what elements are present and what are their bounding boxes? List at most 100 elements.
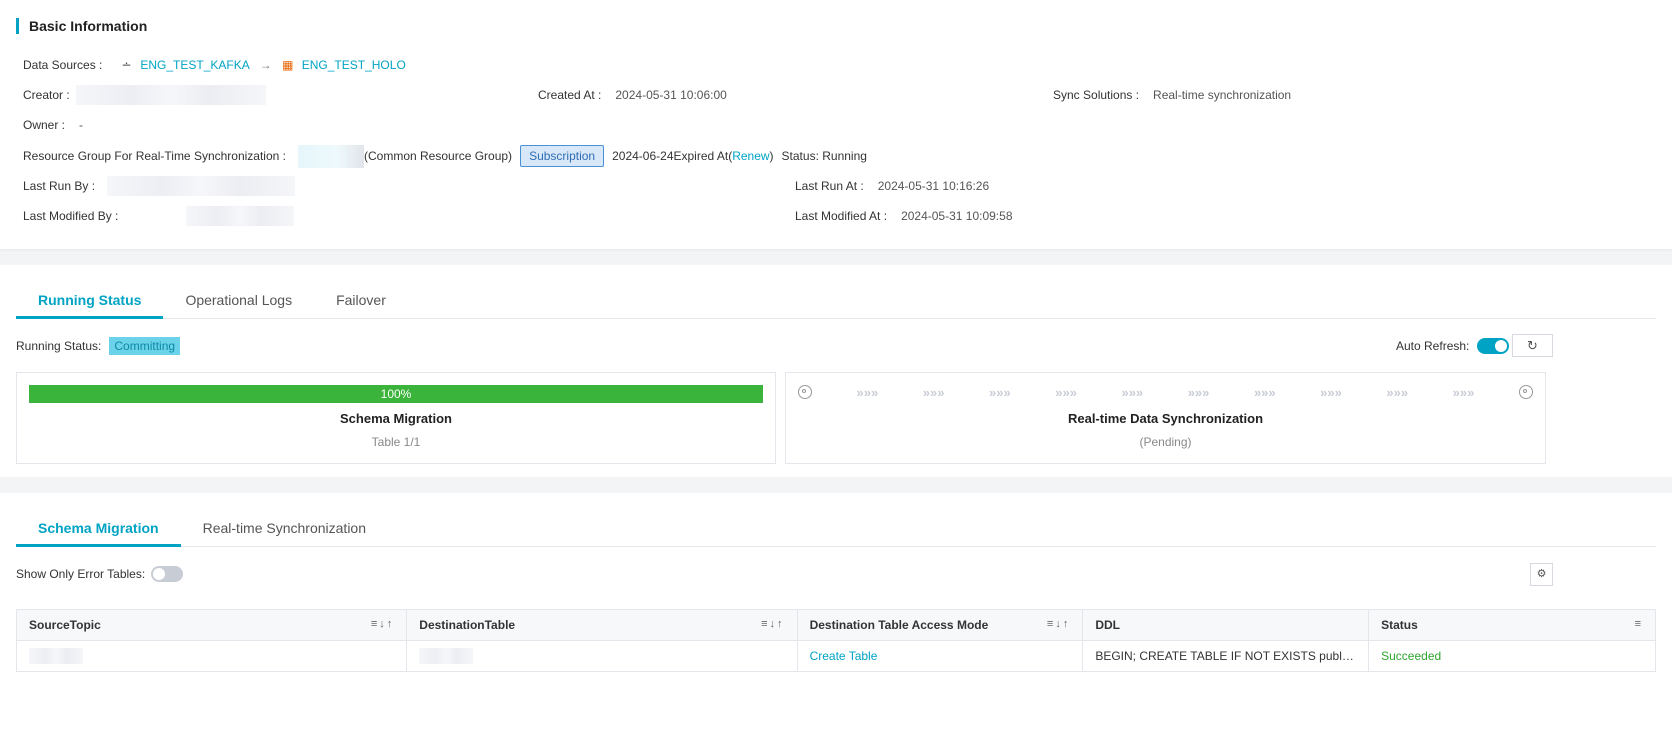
last-modified-by-redacted [186, 206, 295, 226]
last-modified-by-label: Last Modified By : [23, 209, 119, 223]
pipeline-chevron-icon: »»» [1187, 384, 1210, 400]
sync-solutions-value: Real-time synchronization [1153, 88, 1292, 102]
resource-group-label: Resource Group For Real-Time Synchroniza… [23, 149, 286, 163]
schema-tabs: Schema Migration Real-time Synchronizati… [16, 511, 1656, 547]
subscription-badge[interactable]: Subscription [520, 145, 605, 167]
ddl-cell[interactable]: BEGIN; CREATE TABLE IF NOT EXISTS public… [1082, 640, 1370, 672]
pipeline-chevron-icon: »»» [989, 384, 1011, 400]
tab-realtime-synchronization[interactable]: Real-time Synchronization [181, 511, 388, 547]
running-tabs: Running Status Operational Logs Failover [16, 283, 1656, 319]
column-header[interactable]: Status ≡ [1368, 609, 1656, 641]
schema-panel-subtitle: Table 1/1 [371, 435, 421, 449]
table-header-row: SourceTopic ≡↓↑ DestinationTable ≡↓↑ Desti… [15, 609, 1656, 641]
pipeline-chevron-icon: »»» [1386, 384, 1409, 400]
auto-refresh-toggle[interactable] [1477, 338, 1510, 354]
status-text: Status: Running [781, 149, 867, 163]
schema-migration-card: Schema Migration Real-time Synchronizati… [0, 493, 1672, 734]
pipeline-chevron-icon: »»» [1320, 384, 1342, 400]
pipeline-chevron-icon: »»» [922, 384, 945, 400]
schema-panel-title: Schema Migration [340, 411, 452, 426]
last-run-by-row: Last Run By : [23, 176, 296, 196]
creator-value-redacted [75, 85, 266, 105]
creator-row: Creator : [23, 85, 266, 105]
tab-operational-logs[interactable]: Operational Logs [163, 283, 314, 319]
resource-group-name-redacted [298, 144, 364, 168]
basic-information-card: Basic Information Data Sources : ∸ ENG_T… [0, 0, 1672, 249]
resource-group-suffix: (Common Resource Group) [364, 149, 513, 163]
status-badge: Committing [109, 337, 181, 355]
refresh-button[interactable]: ↻ [1512, 334, 1553, 357]
realtime-panel-subtitle: (Pending) [1139, 435, 1192, 449]
tab-schema-migration[interactable]: Schema Migration [16, 511, 181, 547]
settings-button[interactable]: ⚙ [1530, 563, 1553, 586]
data-sources-row: Data Sources : ∸ ENG_TEST_KAFKA → ▦ ENG_… [23, 56, 406, 74]
realtime-sync-panel: »»» »»» »»» »»» »»» »»» »»» »»» »»» »»» … [785, 372, 1546, 464]
pipeline-chevron-icon: »»» [1452, 384, 1475, 400]
column-title: DestinationTable [419, 618, 516, 632]
access-mode-cell: Create Table [796, 640, 1084, 672]
filter-sort-icon[interactable]: ≡↓↑ [761, 618, 784, 630]
created-at-value: 2024-05-31 10:06:00 [615, 88, 727, 102]
last-modified-at-value: 2024-05-31 10:09:58 [901, 209, 1013, 223]
running-status-card: Running Status Operational Logs Failover… [0, 265, 1672, 477]
sync-solutions-label: Sync Solutions : [1053, 88, 1140, 102]
last-run-at-value: 2024-05-31 10:16:26 [877, 179, 990, 193]
owner-label: Owner : [23, 118, 66, 132]
column-header[interactable]: DDL [1082, 609, 1370, 641]
column-title: Status [1381, 618, 1418, 632]
error-tables-row: Show Only Error Tables: [16, 565, 184, 583]
tab-failover[interactable]: Failover [314, 283, 408, 319]
last-run-by-label: Last Run By : [23, 179, 96, 193]
owner-value: - [79, 118, 84, 132]
auto-refresh-row: Auto Refresh: [1396, 336, 1510, 356]
expired-suffix: ) [769, 149, 774, 163]
toggle-knob [153, 568, 166, 580]
column-title: Destination Table Access Mode [809, 618, 989, 632]
last-modified-at-row: Last Modified At : 2024-05-31 10:09:58 [795, 207, 1013, 225]
column-title: DDL [1095, 618, 1121, 632]
owner-row: Owner : - [23, 116, 83, 134]
section-title: Basic Information [16, 18, 147, 34]
filter-sort-icon[interactable]: ≡↓↑ [371, 618, 394, 630]
error-tables-toggle[interactable] [151, 566, 184, 582]
destination-link[interactable]: ENG_TEST_HOLO [302, 58, 406, 72]
data-sources-label: Data Sources : [23, 58, 103, 72]
renew-link[interactable]: Renew [732, 149, 769, 163]
schema-progress-bar: 100% [29, 385, 763, 403]
tab-running-status[interactable]: Running Status [16, 283, 164, 319]
hologres-icon: ▦ [282, 58, 294, 72]
filter-icon[interactable]: ≡ [1635, 618, 1643, 630]
target-icon [1518, 385, 1533, 399]
creator-label: Creator : [23, 88, 70, 102]
schema-migration-panel: 100% Schema Migration Table 1/1 [16, 372, 776, 464]
destination-table-redacted [419, 648, 474, 664]
access-mode-link[interactable]: Create Table [810, 649, 878, 663]
column-header[interactable]: Destination Table Access Mode ≡↓↑ [796, 609, 1084, 641]
source-link[interactable]: ENG_TEST_KAFKA [140, 58, 249, 72]
target-icon [798, 385, 812, 399]
source-topic-cell [15, 640, 408, 672]
error-tables-label: Show Only Error Tables: [16, 567, 146, 581]
source-topic-redacted [29, 648, 83, 664]
resource-group-row: Resource Group For Real-Time Synchroniza… [23, 144, 867, 168]
realtime-panel-title: Real-time Data Synchronization [1067, 411, 1264, 426]
created-at-label: Created At : [538, 88, 602, 102]
running-status-label: Running Status: [16, 339, 102, 353]
sync-solutions-row: Sync Solutions : Real-time synchronizati… [1053, 86, 1291, 104]
pipeline-chevron-icon: »»» [1121, 384, 1144, 400]
kafka-icon: ∸ [121, 58, 132, 72]
table-row: Create Table BEGIN; CREATE TABLE IF NOT … [15, 640, 1656, 672]
arrow-right-icon: → [259, 58, 272, 72]
filter-sort-icon[interactable]: ≡↓↑ [1047, 618, 1070, 630]
last-modified-by-row: Last Modified By : [23, 206, 295, 226]
pipeline-indicator: »»» »»» »»» »»» »»» »»» »»» »»» »»» »»» [798, 383, 1533, 401]
auto-refresh-label: Auto Refresh: [1396, 339, 1470, 353]
column-header[interactable]: DestinationTable ≡↓↑ [406, 609, 798, 641]
schema-table: SourceTopic ≡↓↑ DestinationTable ≡↓↑ Desti… [15, 609, 1656, 672]
last-run-at-row: Last Run At : 2024-05-31 10:16:26 [795, 177, 989, 195]
column-header[interactable]: SourceTopic ≡↓↑ [15, 609, 408, 641]
created-at-row: Created At : 2024-05-31 10:06:00 [538, 86, 727, 104]
last-run-by-redacted [107, 176, 296, 196]
expired-text: 2024-06-24Expired At( [612, 149, 733, 163]
toggle-knob [1495, 340, 1508, 352]
